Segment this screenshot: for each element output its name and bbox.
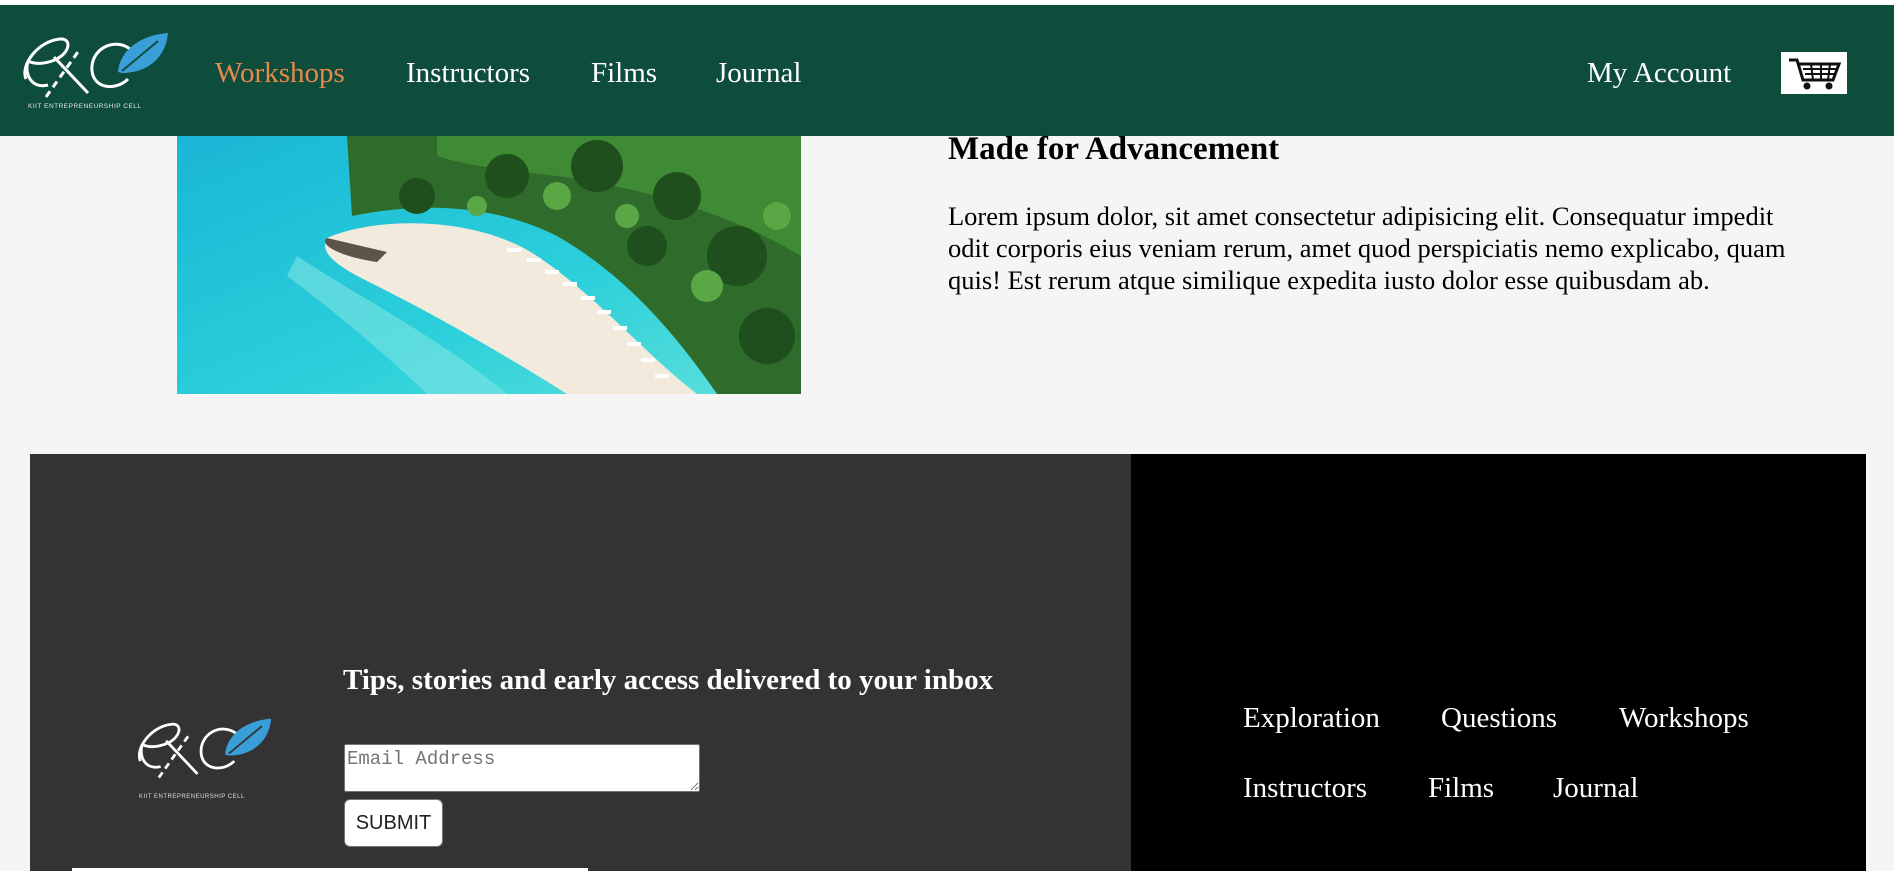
footer-logo-mark-icon <box>137 718 272 779</box>
footer-link-questions[interactable]: Questions <box>1441 702 1557 735</box>
email-input[interactable] <box>344 744 700 792</box>
section-body-text: Lorem ipsum dolor, sit amet consectetur … <box>948 201 1786 295</box>
logo-caption: KIIT ENTREPRENEURSHIP CELL <box>28 103 142 110</box>
newsletter-title: Tips, stories and early access delivered… <box>343 664 994 696</box>
nav-link-instructors[interactable]: Instructors <box>406 57 530 90</box>
section-title: Made for Advancement <box>948 131 1280 167</box>
footer-link-workshops[interactable]: Workshops <box>1619 702 1749 735</box>
nav-link-workshops[interactable]: Workshops <box>215 57 345 90</box>
footer-link-journal[interactable]: Journal <box>1553 772 1638 805</box>
tropical-beach-image <box>177 136 801 394</box>
my-account-link[interactable]: My Account <box>1587 57 1731 90</box>
ecell-logo[interactable]: KIIT ENTREPRENEURSHIP CELL <box>18 27 170 119</box>
cart-button[interactable] <box>1781 52 1847 94</box>
footer-links-panel <box>1131 454 1866 871</box>
site-header: KIIT ENTREPRENEURSHIP CELL Workshops Ins… <box>0 5 1894 136</box>
nav-link-films[interactable]: Films <box>591 57 657 90</box>
footer-link-instructors[interactable]: Instructors <box>1243 772 1367 805</box>
nav-link-journal[interactable]: Journal <box>716 57 801 90</box>
footer-link-exploration[interactable]: Exploration <box>1243 702 1380 735</box>
beach-image <box>177 136 801 394</box>
cart-icon <box>1789 58 1842 90</box>
logo-mark-icon <box>23 33 168 98</box>
footer-logo[interactable]: KIIT ENTREPRENEURSHIP CELL <box>133 710 273 805</box>
submit-button[interactable]: SUBMIT <box>344 799 443 847</box>
newsletter-panel <box>30 454 1131 871</box>
footer-logo-caption: KIIT ENTREPRENEURSHIP CELL <box>139 794 245 800</box>
footer-link-films[interactable]: Films <box>1428 772 1494 805</box>
